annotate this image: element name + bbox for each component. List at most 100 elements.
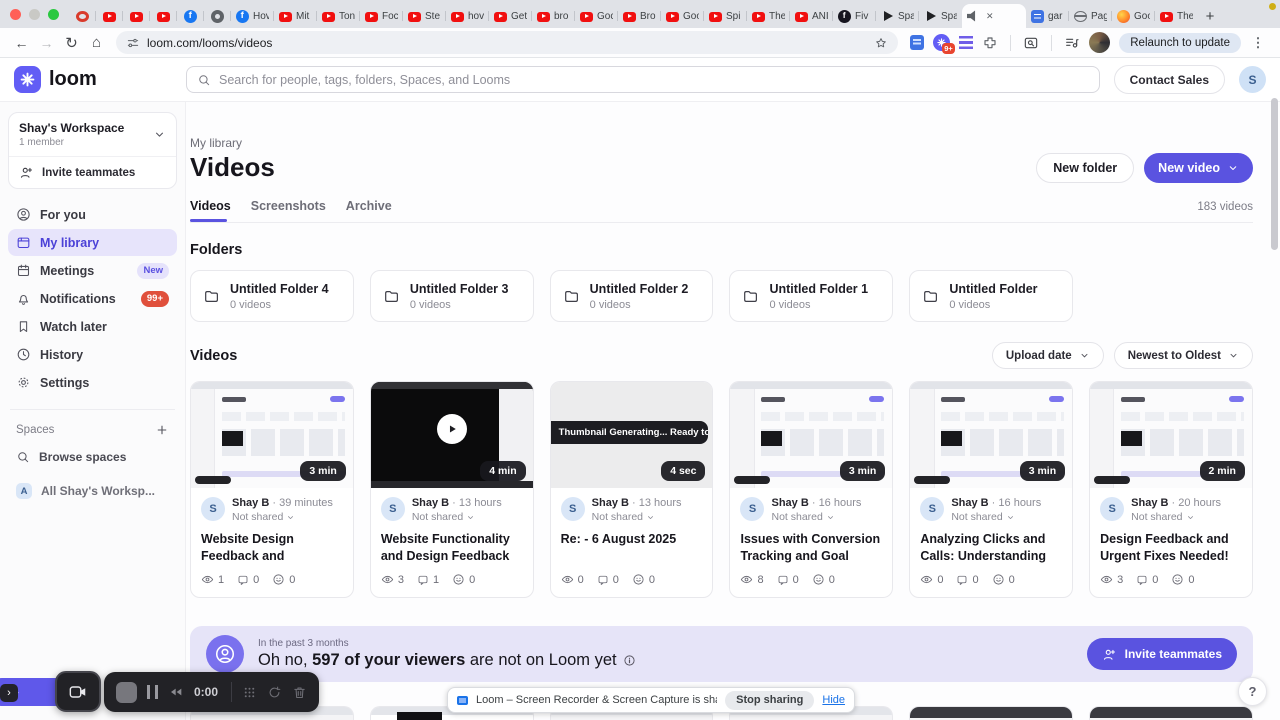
video-thumbnail[interactable]: 3 min xyxy=(191,382,353,488)
lines-extension-icon[interactable] xyxy=(959,36,974,49)
sort-order-dropdown[interactable]: Newest to Oldest xyxy=(1113,342,1253,369)
folder-card[interactable]: Untitled Folder 4 0 videos xyxy=(190,270,354,322)
media-controls-icon[interactable] xyxy=(1064,35,1080,51)
invite-teammates-link[interactable]: Invite teammates xyxy=(9,157,176,188)
browser-tab[interactable]: Hov ✕ xyxy=(230,4,274,28)
video-card[interactable]: 2 min S Shay B20 hours Not shared xyxy=(1089,381,1253,598)
tab-close-icon[interactable]: ✕ xyxy=(984,11,996,22)
browser-menu-icon[interactable] xyxy=(1250,35,1266,51)
add-space-icon[interactable] xyxy=(155,423,169,437)
video-thumbnail[interactable]: 2 min xyxy=(1090,382,1252,488)
folder-card[interactable]: Untitled Folder 3 0 videos xyxy=(369,270,534,322)
address-bar[interactable]: loom.com/looms/videos xyxy=(116,31,899,54)
browser-tab[interactable]: ✕ xyxy=(176,4,204,28)
drawing-tools-icon[interactable] xyxy=(242,685,257,700)
video-title[interactable]: Website Functionality and Design Feedbac… xyxy=(381,531,523,565)
browser-tab[interactable]: Spa ✕ xyxy=(875,4,919,28)
video-title[interactable]: Issues with Conversion Tracking and Goal… xyxy=(740,531,882,565)
stop-sharing-button[interactable]: Stop sharing xyxy=(725,690,815,710)
folder-card[interactable]: Untitled Folder 1 0 videos xyxy=(729,270,894,322)
search-input[interactable] xyxy=(219,72,1089,87)
sidebar-item[interactable]: Meetings New xyxy=(8,257,177,284)
browser-tab[interactable]: Bro ✕ xyxy=(617,4,661,28)
info-icon[interactable] xyxy=(623,654,636,667)
video-card[interactable]: Thumbnail Generating... Ready to Play 4 … xyxy=(549,381,714,598)
browser-tab[interactable]: gar ✕ xyxy=(1026,4,1069,28)
video-thumbnail[interactable]: 3 min xyxy=(910,382,1073,488)
browser-tab[interactable]: Spi ✕ xyxy=(703,4,747,28)
folder-card[interactable]: Untitled Folder 2 0 videos xyxy=(549,270,714,322)
browser-tab[interactable]: The ✕ xyxy=(1154,4,1198,28)
browser-tab[interactable]: ✕ xyxy=(962,4,1026,28)
new-video-button[interactable]: New video xyxy=(1144,153,1253,183)
contact-sales-button[interactable]: Contact Sales xyxy=(1113,65,1225,94)
rewind-icon[interactable] xyxy=(168,684,184,700)
help-button[interactable]: ? xyxy=(1238,677,1267,706)
video-thumbnail[interactable]: Thumbnail Generating... Ready to Play 4 … xyxy=(550,382,713,488)
loom-extension-icon[interactable]: 9+ xyxy=(933,34,956,54)
browser-profile-avatar[interactable] xyxy=(1089,32,1111,53)
browser-tab[interactable]: Goo ✕ xyxy=(1111,4,1155,28)
browser-tab[interactable]: ✕ xyxy=(122,4,150,28)
video-title[interactable]: Analyzing Clicks and Calls: Understandin… xyxy=(920,531,1062,565)
forward-icon[interactable] xyxy=(35,31,58,54)
browser-tab[interactable]: ANI ✕ xyxy=(789,4,833,28)
share-status-dropdown[interactable]: Not shared xyxy=(412,511,502,523)
browser-tab[interactable]: bro ✕ xyxy=(531,4,575,28)
relaunch-button[interactable]: Relaunch to update xyxy=(1119,32,1241,53)
browser-tab[interactable]: Ton ✕ xyxy=(316,4,360,28)
sidebar-item[interactable]: History xyxy=(8,341,177,368)
sidebar-item[interactable]: My library xyxy=(8,229,177,256)
sidebar-item[interactable]: Notifications 99+ xyxy=(8,285,177,312)
library-tab[interactable]: Screenshots xyxy=(251,199,326,222)
library-tab[interactable]: Archive xyxy=(346,199,392,222)
side-search-icon[interactable] xyxy=(1023,35,1039,51)
share-status-dropdown[interactable]: Not shared xyxy=(1131,511,1221,523)
browser-tab[interactable]: Fiv ✕ xyxy=(832,4,876,28)
sidebar-item[interactable]: Watch later xyxy=(8,313,177,340)
doc-extension-icon[interactable] xyxy=(910,35,925,50)
pause-recording-icon[interactable] xyxy=(147,685,158,699)
video-card[interactable]: 4 min S Shay B13 hours Not shared xyxy=(369,381,534,598)
window-controls[interactable] xyxy=(6,0,69,28)
home-icon[interactable] xyxy=(85,31,108,54)
loom-logo[interactable]: loom xyxy=(14,66,172,93)
user-avatar[interactable]: S xyxy=(1239,66,1266,93)
bookmark-star-icon[interactable] xyxy=(874,36,888,50)
video-thumbnail[interactable]: 3 min xyxy=(730,382,893,488)
video-card-partial[interactable] xyxy=(909,706,1074,720)
hide-share-bar-link[interactable]: Hide xyxy=(822,694,845,706)
video-title[interactable]: Design Feedback and Urgent Fixes Needed!… xyxy=(1100,531,1242,565)
browser-tab[interactable]: Ste ✕ xyxy=(402,4,446,28)
restart-recording-icon[interactable] xyxy=(267,685,282,700)
browser-tab[interactable]: Goc ✕ xyxy=(574,4,618,28)
search-bar[interactable] xyxy=(186,66,1100,93)
new-tab-button[interactable] xyxy=(1198,4,1222,28)
browser-tab[interactable]: ✕ xyxy=(149,4,177,28)
browse-spaces-link[interactable]: Browse spaces xyxy=(8,443,177,471)
video-card[interactable]: 3 min S Shay B16 hours Not shared xyxy=(729,381,894,598)
share-status-dropdown[interactable]: Not shared xyxy=(951,511,1041,523)
sidebar-item[interactable]: For you xyxy=(8,201,177,228)
browser-tab[interactable]: Pag ✕ xyxy=(1068,4,1112,28)
zoom-window-button[interactable] xyxy=(48,8,59,20)
workspace-switcher[interactable]: Shay's Workspace 1 member xyxy=(9,113,176,157)
browser-tab[interactable]: Mit ✕ xyxy=(273,4,317,28)
minimize-window-button[interactable] xyxy=(29,8,40,20)
sidebar-item[interactable]: Settings xyxy=(8,369,177,396)
browser-tab[interactable]: Goo ✕ xyxy=(660,4,704,28)
video-thumbnail[interactable]: 4 min xyxy=(370,382,533,488)
video-card-partial[interactable] xyxy=(1089,706,1253,720)
delete-recording-icon[interactable] xyxy=(292,685,307,700)
browser-tab[interactable]: Foc ✕ xyxy=(359,4,403,28)
new-folder-button[interactable]: New folder xyxy=(1036,153,1135,183)
space-item[interactable]: A All Shay's Worksp... xyxy=(8,477,177,505)
page-scrollbar[interactable] xyxy=(1271,98,1278,250)
stop-recording-button[interactable] xyxy=(116,681,137,703)
browser-tab[interactable]: ✕ xyxy=(203,4,231,28)
video-title[interactable]: Website Design Feedback and Suggestions … xyxy=(201,531,343,565)
share-status-dropdown[interactable]: Not shared xyxy=(592,511,682,523)
close-window-button[interactable] xyxy=(10,8,21,20)
browser-tab[interactable]: The ✕ xyxy=(746,4,790,28)
reload-icon[interactable] xyxy=(60,31,83,54)
